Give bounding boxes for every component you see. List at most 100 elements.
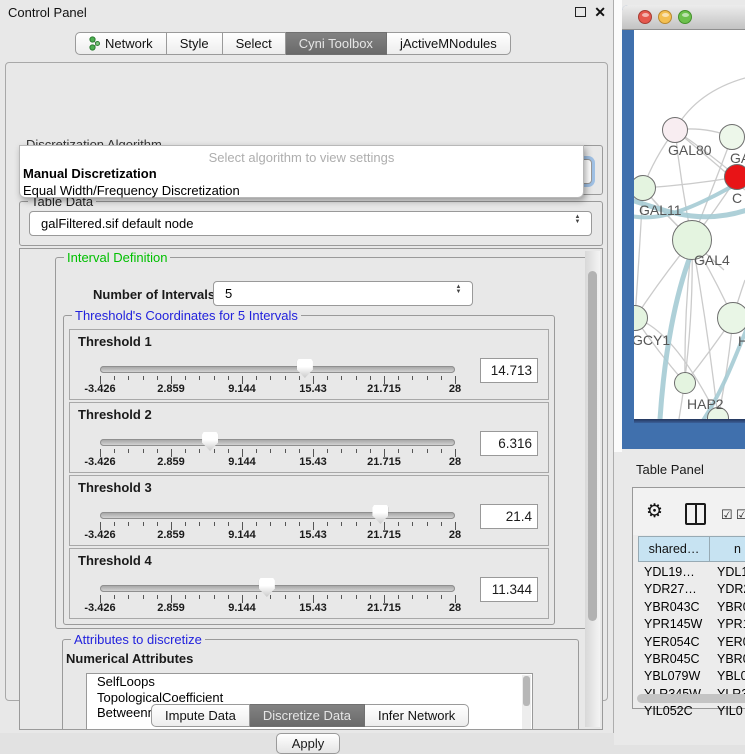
tab-style[interactable]: Style [167, 32, 223, 55]
network-node[interactable] [717, 302, 745, 334]
slider-tick-labels: -3.4262.8599.14415.4321.71528 [100, 456, 455, 468]
list-scrollbar[interactable] [522, 675, 531, 730]
column-header-shared-name[interactable]: shared… [638, 536, 710, 562]
cell-name: YIL0 [710, 703, 743, 720]
network-node[interactable] [724, 164, 745, 190]
cell-shared-name: YDR27… [638, 581, 710, 598]
threshold-slider-track[interactable] [100, 439, 455, 446]
threshold-value-field[interactable]: 11.344 [480, 577, 538, 602]
network-node-label: GAL4 [694, 252, 730, 268]
number-of-intervals-spinner[interactable]: 5 ▲▼ [213, 281, 473, 306]
attribute-list-item[interactable]: TopologicalCoefficient [87, 690, 532, 706]
table-row[interactable]: YBL079WYBL0 [638, 668, 745, 685]
cell-name: YDL1 [710, 564, 745, 581]
tab-label: Select [236, 36, 272, 51]
table-data-value: galFiltered.sif default node [41, 216, 193, 231]
tab-select[interactable]: Select [223, 32, 286, 55]
cell-shared-name: YDL19… [638, 564, 710, 581]
number-of-intervals-label: Number of Intervals [93, 287, 215, 302]
network-view-window[interactable]: GAL80GACGAL11GAL4GCY1HHAP2 [622, 5, 745, 449]
network-window-titlebar[interactable] [622, 5, 745, 30]
cell-name: YDR2 [710, 581, 745, 598]
table-panel-header: Table Panel [614, 452, 745, 487]
combo-stepper-icon: ▲▼ [573, 215, 582, 224]
table-row[interactable]: YBR043CYBR0 [638, 599, 745, 616]
cell-shared-name: YBL079W [638, 668, 710, 685]
table-row[interactable]: YIL052CYIL0 [638, 703, 745, 720]
table-toolbar: ⚙ ☑ ☑ [633, 488, 745, 535]
threshold-slider-track[interactable] [100, 585, 455, 592]
dropdown-hint-item[interactable]: Select algorithm to view settings [20, 146, 583, 165]
checkbox-checked-icon[interactable]: ☑ [721, 507, 733, 523]
table-row[interactable]: YBR045CYBR0 [638, 651, 745, 668]
control-panel-titlebar: Control Panel ✕ [0, 0, 613, 26]
attributes-group-title: Attributes to discretize [71, 632, 205, 647]
attribute-table: ⚙ ☑ ☑ shared… n YDL19…YDL1YDR27…YDR2YBR0… [632, 487, 745, 709]
threshold-panel-2: Threshold 2-3.4262.8599.14415.4321.71528… [69, 402, 549, 473]
cell-name: YBL0 [710, 668, 745, 685]
right-region: GAL80GACGAL11GAL4GCY1HHAP2 Table Panel ⚙… [614, 0, 745, 745]
threshold-value-field[interactable]: 21.4 [480, 504, 538, 529]
zoom-traffic-light[interactable] [678, 10, 692, 24]
apply-button[interactable]: Apply [276, 733, 340, 754]
cell-shared-name: YIL052C [638, 703, 710, 720]
panel-scrollbar[interactable] [585, 251, 600, 727]
tab-label: Infer Network [378, 708, 455, 723]
top-tab-bar: Network Style Select Cyni Toolbox jActiveMNo… [75, 32, 511, 55]
tab-label: jActiveMNodules [400, 36, 497, 51]
tab-cyni-toolbox[interactable]: Cyni Toolbox [286, 32, 387, 55]
tab-discretize-data[interactable]: Discretize Data [250, 704, 365, 727]
network-node-label: HAP2 [687, 396, 724, 412]
slider-tick-labels: -3.4262.8599.14415.4321.71528 [100, 529, 455, 541]
network-node-label: H [738, 333, 745, 349]
column-header-name[interactable]: n [710, 536, 745, 562]
threshold-value-field[interactable]: 14.713 [480, 358, 538, 383]
settings-scroll-panel: Interval Definition Number of Intervals … [19, 248, 603, 730]
tab-jactivemnodules[interactable]: jActiveMNodules [387, 32, 511, 55]
network-canvas[interactable]: GAL80GACGAL11GAL4GCY1HHAP2 [634, 30, 745, 419]
table-row[interactable]: YER054CYER0 [638, 634, 745, 651]
cell-name: YPR1 [710, 616, 745, 633]
dropdown-item-equal-width[interactable]: Equal Width/Frequency Discretization [20, 182, 583, 199]
network-node[interactable] [674, 372, 696, 394]
network-node-label: GAL80 [668, 142, 712, 158]
table-panel-title: Table Panel [636, 462, 704, 477]
tab-label: Cyni Toolbox [299, 36, 373, 51]
checkbox-checked-icon[interactable]: ☑ [736, 507, 745, 523]
close-icon[interactable]: ✕ [594, 4, 606, 21]
dropdown-item-manual-discretization[interactable]: Manual Discretization [20, 165, 583, 182]
spinner-stepper-icon: ▲▼ [454, 285, 463, 294]
algorithm-dropdown-popup: Select algorithm to view settings Manual… [19, 145, 584, 198]
interval-definition-groupbox: Interval Definition Number of Intervals … [55, 257, 588, 629]
attribute-list-item[interactable]: SelfLoops [87, 674, 532, 690]
network-node-label: GA [730, 150, 745, 166]
panel-scrollbar-thumb[interactable] [588, 271, 597, 621]
minimize-traffic-light[interactable] [658, 10, 672, 24]
table-row[interactable]: YDL19…YDL1 [638, 564, 745, 581]
tab-network[interactable]: Network [75, 32, 167, 55]
network-node[interactable] [662, 117, 688, 143]
tab-infer-network[interactable]: Infer Network [365, 704, 469, 727]
network-node-label: GCY1 [634, 332, 670, 348]
table-data-combobox[interactable]: galFiltered.sif default node ▲▼ [29, 211, 592, 236]
panel-title: Control Panel [8, 5, 87, 20]
network-node-label: GAL11 [639, 202, 682, 218]
threshold-label: Threshold 3 [78, 480, 152, 495]
gear-icon[interactable]: ⚙ [646, 500, 663, 523]
table-row[interactable]: YPR145WYPR1 [638, 616, 745, 633]
threshold-slider-track[interactable] [100, 366, 455, 373]
network-node[interactable] [719, 124, 745, 150]
split-table-icon[interactable] [685, 503, 706, 525]
float-window-icon[interactable] [575, 7, 586, 17]
cell-name: YBR0 [710, 599, 745, 616]
cell-shared-name: YBR045C [638, 651, 710, 668]
table-horizontal-scrollbar[interactable] [637, 694, 745, 703]
table-row[interactable]: YDR27…YDR2 [638, 581, 745, 598]
threshold-label: Threshold 4 [78, 553, 152, 568]
tab-impute-data[interactable]: Impute Data [151, 704, 250, 727]
cell-name: YBR0 [710, 651, 745, 668]
close-traffic-light[interactable] [638, 10, 652, 24]
threshold-slider-track[interactable] [100, 512, 455, 519]
threshold-value-field[interactable]: 6.316 [480, 431, 538, 456]
tab-label: Network [105, 36, 153, 51]
